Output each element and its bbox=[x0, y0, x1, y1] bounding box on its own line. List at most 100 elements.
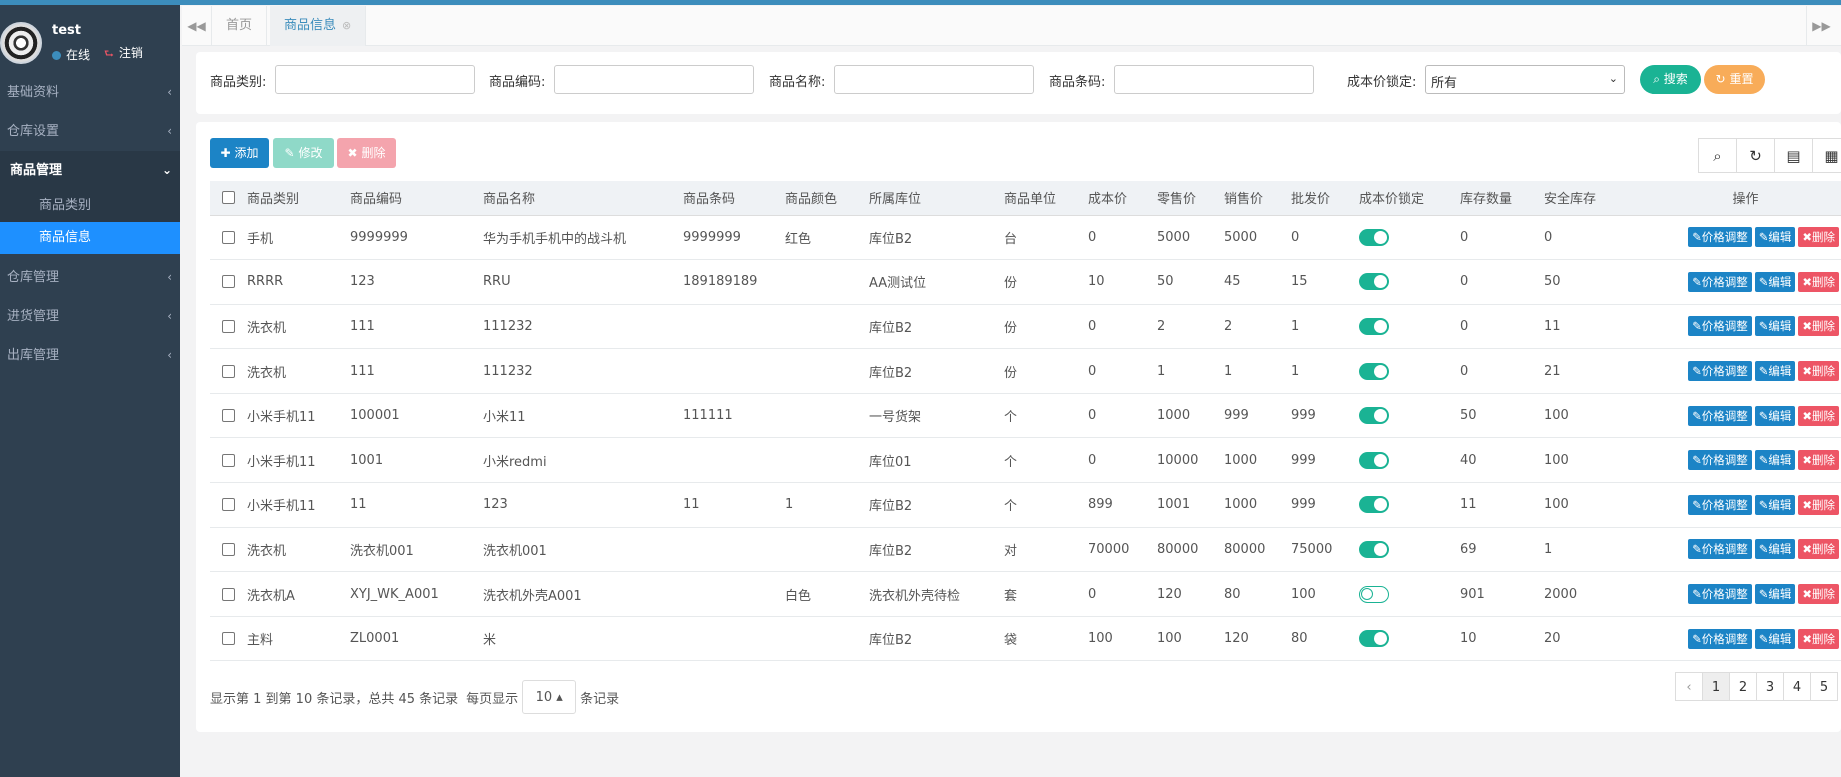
sidebar-item-purchase-management[interactable]: 进货管理 ‹ bbox=[0, 297, 180, 336]
row-delete-button[interactable]: ✖删除 bbox=[1798, 539, 1839, 560]
table-row[interactable]: 主料 ZL0001 米库位B2 袋 100 100 120 80 10 20 ✎价格调整 ✎编辑 ✖删… bbox=[210, 616, 1841, 662]
row-delete-button[interactable]: ✖删除 bbox=[1798, 271, 1839, 292]
cost-lock-toggle[interactable] bbox=[1359, 540, 1389, 558]
table-row[interactable]: 洗衣机 111 111232 库位B2 份 0 1 1 1 0 21 ✎价格调整 ✎编辑 ✖删除 bbox=[210, 348, 1841, 394]
search-icon[interactable]: ⌕ bbox=[1698, 138, 1737, 173]
select-all-checkbox[interactable] bbox=[222, 191, 235, 205]
sidebar-item-basic-data[interactable]: 基础资料 ‹ bbox=[0, 73, 180, 112]
sidebar-item-warehouse-settings[interactable]: 仓库设置 ‹ bbox=[0, 112, 180, 151]
col-header[interactable]: 商品类别 bbox=[247, 181, 350, 216]
row-edit-button[interactable]: ✎编辑 bbox=[1754, 628, 1796, 649]
price-adjust-button[interactable]: ✎价格调整 bbox=[1688, 584, 1752, 605]
price-adjust-button[interactable]: ✎价格调整 bbox=[1688, 539, 1752, 560]
row-edit-button[interactable]: ✎编辑 bbox=[1754, 539, 1796, 560]
row-checkbox[interactable] bbox=[222, 632, 235, 646]
price-adjust-button[interactable]: ✎价格调整 bbox=[1688, 227, 1752, 248]
row-delete-button[interactable]: ✖删除 bbox=[1798, 316, 1839, 337]
search-button[interactable]: ⌕ 搜索 bbox=[1640, 65, 1701, 94]
lock-select[interactable]: 所有 ⌄ bbox=[1425, 65, 1625, 94]
sidebar-subitem-product-category[interactable]: 商品类别 bbox=[0, 190, 180, 222]
page-size-dropdown[interactable]: 10 ▴ bbox=[522, 680, 577, 714]
table-row[interactable]: 洗衣机 111 111232 库位B2 份 0 2 2 1 0 11 ✎价格调整 ✎编辑 ✖删除 bbox=[210, 304, 1841, 350]
col-header[interactable]: 成本价 bbox=[1088, 181, 1157, 216]
col-header[interactable]: 批发价 bbox=[1291, 181, 1359, 216]
tab-scroll-left-icon[interactable]: ◀◀ bbox=[182, 6, 212, 46]
col-header[interactable]: 销售价 bbox=[1224, 181, 1291, 216]
price-adjust-button[interactable]: ✎价格调整 bbox=[1688, 450, 1752, 471]
row-checkbox[interactable] bbox=[222, 230, 235, 244]
cost-lock-toggle[interactable] bbox=[1359, 362, 1389, 380]
page-button-5[interactable]: 5 bbox=[1810, 672, 1838, 701]
table-row[interactable]: 小米手机11 1001 小米redmi 库位01 个 0 10000 1000 999 40 100… bbox=[210, 437, 1841, 484]
row-edit-button[interactable]: ✎编辑 bbox=[1754, 316, 1796, 337]
col-header[interactable]: 商品颜色 bbox=[785, 181, 869, 216]
sidebar-item-product-management[interactable]: 商品管理 ⌄ bbox=[0, 151, 180, 190]
row-edit-button[interactable]: ✎编辑 bbox=[1754, 227, 1796, 248]
col-header[interactable]: 库存数量 bbox=[1460, 181, 1544, 216]
col-header[interactable]: 商品条码 bbox=[683, 181, 785, 216]
category-input[interactable] bbox=[275, 65, 475, 94]
page-prev-button[interactable]: ‹ bbox=[1675, 672, 1703, 701]
row-delete-button[interactable]: ✖删除 bbox=[1798, 584, 1839, 605]
price-adjust-button[interactable]: ✎价格调整 bbox=[1688, 316, 1752, 337]
row-checkbox[interactable] bbox=[222, 364, 235, 378]
cost-lock-toggle[interactable] bbox=[1359, 317, 1389, 335]
tab-product-info[interactable]: 商品信息 ⊗ bbox=[270, 6, 367, 46]
row-checkbox[interactable] bbox=[222, 275, 235, 289]
col-header[interactable]: 零售价 bbox=[1157, 181, 1224, 216]
row-delete-button[interactable]: ✖删除 bbox=[1798, 494, 1839, 515]
col-header[interactable]: 商品单位 bbox=[1004, 181, 1088, 216]
reset-button[interactable]: ↻ 重置 bbox=[1704, 65, 1765, 94]
sidebar-subitem-product-info[interactable]: 商品信息 bbox=[0, 222, 180, 254]
cost-lock-toggle[interactable] bbox=[1359, 273, 1389, 291]
row-checkbox[interactable] bbox=[222, 498, 235, 512]
avatar[interactable] bbox=[0, 22, 42, 64]
page-button-1[interactable]: 1 bbox=[1702, 672, 1730, 701]
price-adjust-button[interactable]: ✎价格调整 bbox=[1688, 628, 1752, 649]
row-delete-button[interactable]: ✖删除 bbox=[1798, 227, 1839, 248]
cost-lock-toggle[interactable] bbox=[1359, 630, 1389, 648]
row-delete-button[interactable]: ✖删除 bbox=[1798, 628, 1839, 649]
table-row[interactable]: RRRR 123 RRU 189189189 AA测试位份 10 50 45 15 0 50 ✎价格… bbox=[210, 259, 1841, 305]
table-row[interactable]: 小米手机11 100001 小米11 111111 一号货架个 0 1000 999 999 50… bbox=[210, 393, 1841, 439]
row-edit-button[interactable]: ✎编辑 bbox=[1754, 405, 1796, 426]
columns-icon[interactable]: ▦ bbox=[1812, 138, 1841, 173]
close-icon[interactable]: ⊗ bbox=[342, 19, 351, 32]
logout-link[interactable]: ⮑ 注销 bbox=[104, 44, 143, 64]
toggle-view-icon[interactable]: ▤ bbox=[1774, 138, 1813, 173]
edit-button[interactable]: ✎ 修改 bbox=[273, 138, 334, 168]
name-input[interactable] bbox=[834, 65, 1034, 94]
col-header[interactable]: 成本价锁定 bbox=[1359, 181, 1460, 216]
price-adjust-button[interactable]: ✎价格调整 bbox=[1688, 271, 1752, 292]
row-checkbox[interactable] bbox=[222, 453, 235, 467]
table-row[interactable]: 手机 9999999 华为手机手机中的战斗机 9999999 红色 库位B2 台 0 5000 5… bbox=[210, 215, 1841, 261]
cost-lock-toggle[interactable] bbox=[1359, 228, 1389, 246]
row-edit-button[interactable]: ✎编辑 bbox=[1754, 361, 1796, 382]
row-edit-button[interactable]: ✎编辑 bbox=[1754, 450, 1796, 471]
cost-lock-toggle[interactable] bbox=[1359, 585, 1389, 603]
cost-lock-toggle[interactable] bbox=[1359, 451, 1389, 469]
tab-scroll-right-icon[interactable]: ▶▶ bbox=[1806, 6, 1836, 46]
cost-lock-toggle[interactable] bbox=[1359, 496, 1389, 514]
row-edit-button[interactable]: ✎编辑 bbox=[1754, 494, 1796, 515]
tab-home[interactable]: 首页 bbox=[212, 6, 268, 46]
barcode-input[interactable] bbox=[1114, 65, 1314, 94]
page-button-2[interactable]: 2 bbox=[1729, 672, 1757, 701]
row-edit-button[interactable]: ✎编辑 bbox=[1754, 584, 1796, 605]
price-adjust-button[interactable]: ✎价格调整 bbox=[1688, 361, 1752, 382]
page-button-4[interactable]: 4 bbox=[1783, 672, 1811, 701]
table-row[interactable]: 小米手机11 11 123 11 1 库位B2 个 899 1001 1000 999 11 100 ✎… bbox=[210, 482, 1841, 528]
row-delete-button[interactable]: ✖删除 bbox=[1798, 361, 1839, 382]
table-row[interactable]: 洗衣机 洗衣机001 洗衣机001 库位B2 对 70000 80000 80000 75000… bbox=[210, 527, 1841, 573]
col-header[interactable]: 安全库存 bbox=[1544, 181, 1650, 216]
code-input[interactable] bbox=[554, 65, 754, 94]
refresh-icon[interactable]: ↻ bbox=[1736, 138, 1775, 173]
col-header[interactable]: 商品名称 bbox=[483, 181, 683, 216]
page-button-3[interactable]: 3 bbox=[1756, 672, 1784, 701]
price-adjust-button[interactable]: ✎价格调整 bbox=[1688, 494, 1752, 515]
sidebar-item-outbound-management[interactable]: 出库管理 ‹ bbox=[0, 336, 180, 375]
delete-button[interactable]: ✖ 删除 bbox=[337, 138, 396, 168]
cost-lock-toggle[interactable] bbox=[1359, 407, 1389, 425]
row-delete-button[interactable]: ✖删除 bbox=[1798, 450, 1839, 471]
col-header[interactable]: 商品编码 bbox=[350, 181, 483, 216]
